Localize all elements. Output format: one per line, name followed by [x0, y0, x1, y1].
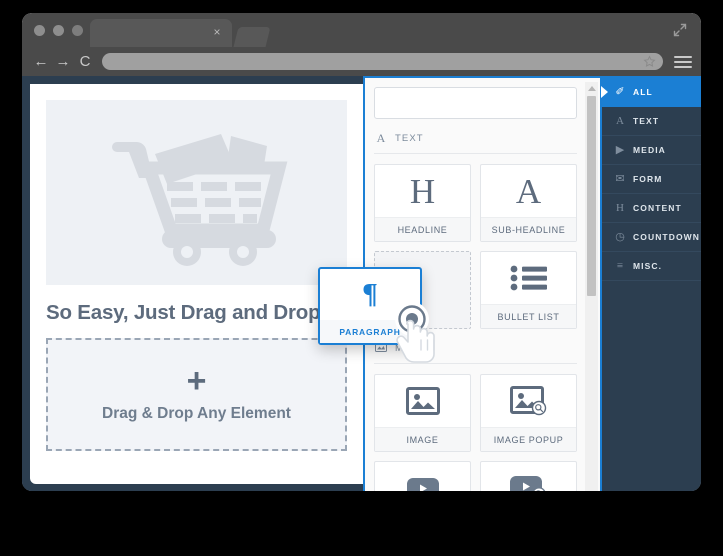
menu-line: [674, 65, 692, 68]
image-popup-icon: [481, 375, 576, 427]
expand-icon[interactable]: [672, 22, 688, 38]
text-icon: A: [616, 114, 624, 127]
sidebar-item-all[interactable]: ✐ ALL: [601, 78, 701, 107]
menu-line: [674, 55, 692, 58]
headline-icon: H: [375, 165, 470, 217]
tile-label: HEADLINE: [375, 217, 470, 241]
search-input[interactable]: [374, 87, 577, 119]
forward-icon[interactable]: →: [52, 53, 74, 70]
hamburger-menu-icon[interactable]: [671, 53, 695, 71]
window-maximize-dot[interactable]: [72, 25, 83, 36]
sub-headline-icon: A: [481, 165, 576, 217]
browser-titlebar: ×: [22, 13, 701, 47]
reload-icon[interactable]: C: [74, 53, 96, 70]
sidebar-item-text[interactable]: A TEXT: [602, 107, 701, 136]
sidebar-item-media[interactable]: ▶ MEDIA: [602, 136, 701, 165]
all-icon: ✐: [615, 85, 625, 98]
drop-zone-label: Drag & Drop Any Element: [102, 404, 291, 422]
menu-line: [674, 60, 692, 63]
group-label: TEXT: [395, 133, 424, 144]
text-group-icon: A: [376, 131, 386, 145]
browser-tab-active[interactable]: ×: [90, 19, 232, 47]
back-icon[interactable]: ←: [30, 53, 52, 70]
tile-label: SUB-HEADLINE: [481, 217, 576, 241]
element-tile-image-popup[interactable]: IMAGE POPUP: [480, 374, 577, 452]
tab-close-icon[interactable]: ×: [210, 25, 224, 39]
video-icon: [375, 462, 470, 491]
headline-glyph: H: [409, 171, 436, 211]
group-header-text: A TEXT: [374, 131, 577, 154]
tile-label: BULLET LIST: [481, 304, 576, 328]
image-icon: [375, 375, 470, 427]
bookmark-star-icon[interactable]: [643, 55, 656, 68]
browser-window: × ← → C So Easy, Just Drag and Drop + Dr…: [22, 13, 701, 491]
category-sidebar: ✐ ALL A TEXT ▶ MEDIA ✉ FORM H CONTENT ◷: [600, 76, 701, 491]
tile-label: IMAGE POPUP: [481, 427, 576, 451]
scrollbar-thumb[interactable]: [587, 96, 596, 296]
misc-icon: ≡: [616, 259, 624, 272]
bullet-list-icon: [481, 252, 576, 304]
sidebar-item-misc[interactable]: ≡ MISC.: [602, 252, 701, 281]
dragged-element-ghost[interactable]: ¶ PARAGRAPH: [318, 267, 422, 345]
element-tile-bullet-list[interactable]: BULLET LIST: [480, 251, 577, 329]
sidebar-item-label: TEXT: [633, 116, 660, 126]
media-tile-grid: IMAGE IMAGE POPUP: [374, 374, 577, 491]
sub-headline-glyph: A: [515, 171, 542, 211]
video-popup-icon: [481, 462, 576, 491]
clock-icon: ◷: [615, 230, 625, 243]
element-tile-headline[interactable]: H HEADLINE: [374, 164, 471, 242]
sidebar-item-label: ALL: [633, 87, 653, 97]
browser-addressbar: ← → C: [22, 47, 701, 76]
element-tile-sub-headline[interactable]: A SUB-HEADLINE: [480, 164, 577, 242]
sidebar-item-label: FORM: [633, 174, 663, 184]
scroll-up-arrow-icon[interactable]: [587, 86, 596, 91]
sidebar-item-form[interactable]: ✉ FORM: [602, 165, 701, 194]
tile-label: IMAGE: [375, 427, 470, 451]
window-close-dot[interactable]: [34, 25, 45, 36]
sidebar-item-label: MEDIA: [633, 145, 666, 155]
content-icon: H: [616, 201, 624, 214]
element-tile-image[interactable]: IMAGE: [374, 374, 471, 452]
editor-page[interactable]: So Easy, Just Drag and Drop + Drag & Dro…: [30, 84, 363, 484]
panel-scrollbar[interactable]: [585, 82, 598, 491]
editor-canvas-area: So Easy, Just Drag and Drop + Drag & Dro…: [22, 76, 363, 491]
dragged-element-label: PARAGRAPH: [320, 320, 420, 343]
element-tile-video[interactable]: [374, 461, 471, 491]
page-headline[interactable]: So Easy, Just Drag and Drop: [46, 301, 347, 325]
envelope-icon: ✉: [615, 172, 625, 185]
url-bar[interactable]: [102, 53, 663, 70]
sidebar-item-label: COUNTDOWN: [633, 232, 701, 242]
plus-icon: +: [186, 361, 207, 400]
sidebar-item-label: MISC.: [633, 261, 663, 271]
sidebar-item-content[interactable]: H CONTENT: [602, 194, 701, 223]
element-tile-video-popup[interactable]: [480, 461, 577, 491]
drop-zone[interactable]: + Drag & Drop Any Element: [46, 338, 347, 451]
active-caret-icon: [601, 86, 608, 98]
window-minimize-dot[interactable]: [53, 25, 64, 36]
sidebar-item-label: CONTENT: [633, 203, 682, 213]
play-icon: ▶: [615, 143, 625, 156]
paragraph-icon: ¶: [362, 278, 378, 310]
sidebar-item-countdown[interactable]: ◷ COUNTDOWN: [602, 223, 701, 252]
browser-tab-secondary[interactable]: [233, 27, 271, 47]
shopping-cart-icon: [46, 100, 347, 285]
